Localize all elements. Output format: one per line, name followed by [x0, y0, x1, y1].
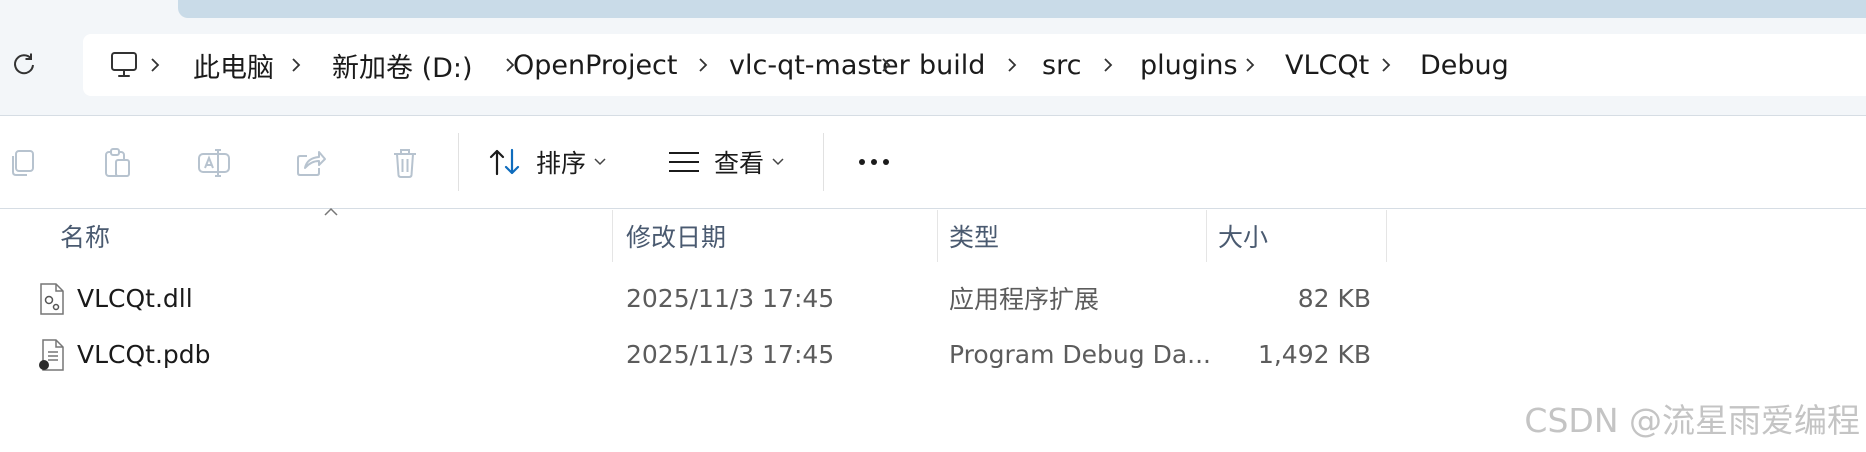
file-size: 1,492 KB: [1257, 339, 1371, 369]
breadcrumb-label: OpenProject: [513, 49, 678, 81]
file-type: 应用程序扩展: [949, 285, 1100, 314]
divider: [0, 208, 1866, 209]
refresh-button[interactable]: [10, 50, 38, 78]
chevron-right-icon[interactable]: [289, 54, 303, 76]
chevron-right-icon[interactable]: [1101, 54, 1115, 76]
breadcrumb-debug[interactable]: Debug: [1420, 34, 1509, 96]
refresh-icon: [14, 53, 34, 75]
more-dot: [883, 159, 889, 165]
breadcrumb-openproject[interactable]: OpenProject: [513, 34, 678, 96]
chevron-right-icon[interactable]: [1005, 54, 1019, 76]
command-bar: 排序 查看: [0, 116, 1866, 208]
sort-label: 排序: [536, 149, 587, 178]
breadcrumb-vlcqt[interactable]: VLCQt: [1285, 34, 1369, 96]
file-name: VLCQt.dll: [77, 283, 193, 313]
breadcrumb-label: Debug: [1420, 49, 1509, 81]
breadcrumb-label: 新加卷 (D:): [332, 52, 473, 84]
breadcrumb-plugins[interactable]: plugins: [1140, 34, 1238, 96]
column-resize-handle[interactable]: [937, 210, 938, 262]
file-row[interactable]: VLCQt.dll 2025/11/3 17:45 应用程序扩展 82 KB: [0, 271, 1866, 325]
share-icon: [297, 151, 326, 176]
paste-icon: [105, 148, 130, 177]
chevron-right-icon[interactable]: [148, 54, 162, 76]
copy-button[interactable]: [4, 145, 40, 181]
paste-button[interactable]: [99, 145, 135, 181]
file-modified: 2025/11/3 17:45: [626, 339, 835, 369]
chevron-right-icon[interactable]: [1243, 54, 1257, 76]
sort-button[interactable]: 排序: [488, 140, 606, 184]
file-type: Program Debug Da...: [949, 339, 1211, 369]
file-modified: 2025/11/3 17:45: [626, 283, 835, 313]
column-header-label: 名称: [60, 223, 111, 252]
chevron-down-icon: [772, 158, 784, 166]
breadcrumb-label: src: [1042, 49, 1082, 81]
breadcrumb-label: 此电脑: [193, 52, 274, 84]
file-size: 82 KB: [1297, 283, 1371, 313]
view-button[interactable]: 查看: [668, 140, 784, 184]
more-options-button[interactable]: [856, 144, 892, 180]
column-header-label: 类型: [949, 223, 1000, 252]
file-row[interactable]: VLCQt.pdb 2025/11/3 17:45 Program Debug …: [0, 327, 1866, 381]
breadcrumb-label: VLCQt: [1285, 49, 1370, 81]
breadcrumb-build[interactable]: build: [919, 34, 985, 96]
chevron-down-icon: [594, 158, 606, 166]
more-dot: [859, 159, 865, 165]
rename-button[interactable]: [196, 145, 232, 181]
column-header-label: 修改日期: [626, 223, 727, 252]
file-name: VLCQt.pdb: [77, 339, 211, 369]
chevron-right-icon[interactable]: [879, 54, 893, 76]
this-pc-icon[interactable]: [109, 51, 139, 79]
pdb-file-icon: [39, 339, 64, 371]
copy-icon: [12, 150, 34, 176]
sort-icon: [489, 148, 520, 176]
column-header-label: 大小: [1218, 223, 1269, 252]
breadcrumb[interactable]: 此电脑 新加卷 (D:) OpenProject vlc-qt-master b…: [83, 34, 1866, 96]
rename-icon: [198, 149, 230, 177]
trash-icon: [394, 149, 416, 178]
dll-file-icon: [40, 283, 64, 315]
chevron-right-icon[interactable]: [696, 54, 710, 76]
more-dot: [871, 159, 877, 165]
address-area: 此电脑 新加卷 (D:) OpenProject vlc-qt-master b…: [0, 0, 1866, 115]
tab-strip: [178, 0, 1866, 18]
watermark: CSDN @流星雨爱编程: [1524, 401, 1860, 440]
column-resize-handle[interactable]: [612, 210, 613, 262]
view-label: 查看: [714, 149, 765, 178]
column-header-modified[interactable]: 修改日期: [626, 210, 936, 262]
toolbar-divider: [458, 133, 459, 191]
breadcrumb-label: build: [919, 49, 986, 81]
column-resize-handle[interactable]: [1206, 210, 1207, 262]
column-header-size[interactable]: 大小: [1218, 210, 1383, 262]
breadcrumb-src[interactable]: src: [1042, 34, 1081, 96]
column-resize-handle[interactable]: [1386, 210, 1387, 262]
view-list-icon: [669, 152, 699, 172]
share-button[interactable]: [293, 145, 329, 181]
breadcrumb-label: plugins: [1140, 49, 1238, 81]
column-header-type[interactable]: 类型: [949, 210, 1204, 262]
toolbar-divider: [823, 133, 824, 191]
chevron-right-icon[interactable]: [1379, 54, 1393, 76]
breadcrumb-this-pc[interactable]: 此电脑: [193, 34, 274, 96]
breadcrumb-drive-d[interactable]: 新加卷 (D:): [332, 34, 473, 96]
column-header-name[interactable]: 名称: [60, 210, 610, 262]
delete-button[interactable]: [387, 145, 423, 181]
